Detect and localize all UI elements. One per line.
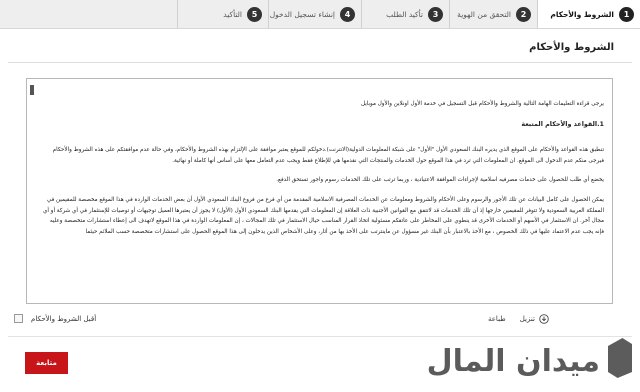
- terms-content: يرجى قراءة التعليمات الهامة التالية والش…: [41, 99, 604, 246]
- step-confirm-request[interactable]: 3 تأكيد الطلب: [362, 0, 449, 28]
- step-number: 4: [340, 6, 355, 22]
- step-confirmation[interactable]: 5 التأكيد: [178, 0, 268, 28]
- wizard-steps: 1 الشروط والأحكام 2 التحقق من الهوية 3 ت…: [0, 0, 640, 29]
- download-icon: [539, 314, 549, 324]
- step-identity[interactable]: 2 التحقق من الهوية: [450, 0, 537, 28]
- terms-intro: يرجى قراءة التعليمات الهامة التالية والش…: [361, 101, 604, 107]
- continue-button[interactable]: متابعة: [25, 352, 68, 374]
- download-label: تنزيل: [519, 315, 535, 323]
- watermark-logo-icon: [608, 338, 632, 378]
- step-divider: [268, 0, 269, 28]
- print-label: طباعة: [488, 315, 506, 323]
- title-divider: [8, 62, 632, 63]
- terms-paragraph: يمكن الحصول على كامل البيانات عن تلك الأ…: [43, 196, 604, 235]
- step-create-login[interactable]: 4 إنشاء تسجيل الدخول: [269, 0, 361, 28]
- step-divider: [177, 0, 178, 28]
- step-label: إنشاء تسجيل الدخول: [269, 9, 335, 19]
- step-number: 5: [247, 6, 262, 22]
- accept-terms-row[interactable]: أقبل الشروط والأحكام: [14, 314, 96, 323]
- step-label: الشروط والأحكام: [550, 9, 614, 19]
- page-title: الشروط والأحكام: [529, 42, 614, 53]
- terms-scroll-box[interactable]: يرجى قراءة التعليمات الهامة التالية والش…: [26, 78, 613, 304]
- terms-heading: 1.القواعد والأحكام المتبعة: [521, 119, 604, 128]
- step-divider: [361, 0, 362, 28]
- step-divider: [449, 0, 450, 28]
- accept-terms-checkbox[interactable]: [14, 314, 23, 323]
- step-number: 3: [428, 6, 443, 22]
- download-button[interactable]: تنزيل: [520, 314, 549, 324]
- step-number: 1: [619, 6, 634, 22]
- step-terms[interactable]: 1 الشروط والأحكام: [538, 0, 640, 28]
- scrollbar-thumb[interactable]: [30, 85, 34, 95]
- step-number: 2: [516, 6, 531, 22]
- watermark: ميدان المال: [412, 332, 638, 390]
- step-divider: [537, 0, 538, 28]
- watermark-text: ميدان المال: [426, 343, 600, 379]
- step-label: تأكيد الطلب: [386, 9, 423, 19]
- terms-paragraph: تنطبق هذه القواعد والأحكام على الموقع ال…: [52, 147, 604, 164]
- terms-paragraph: يخضع أي طلب للحصول على خدمات مصرفيه اسلا…: [276, 177, 604, 184]
- print-button[interactable]: طباعة: [488, 315, 506, 323]
- step-label: التأكيد: [223, 9, 242, 19]
- accept-terms-label: أقبل الشروط والأحكام: [31, 314, 97, 323]
- terms-tools: تنزيل طباعة: [488, 314, 549, 324]
- step-label: التحقق من الهوية: [457, 9, 511, 19]
